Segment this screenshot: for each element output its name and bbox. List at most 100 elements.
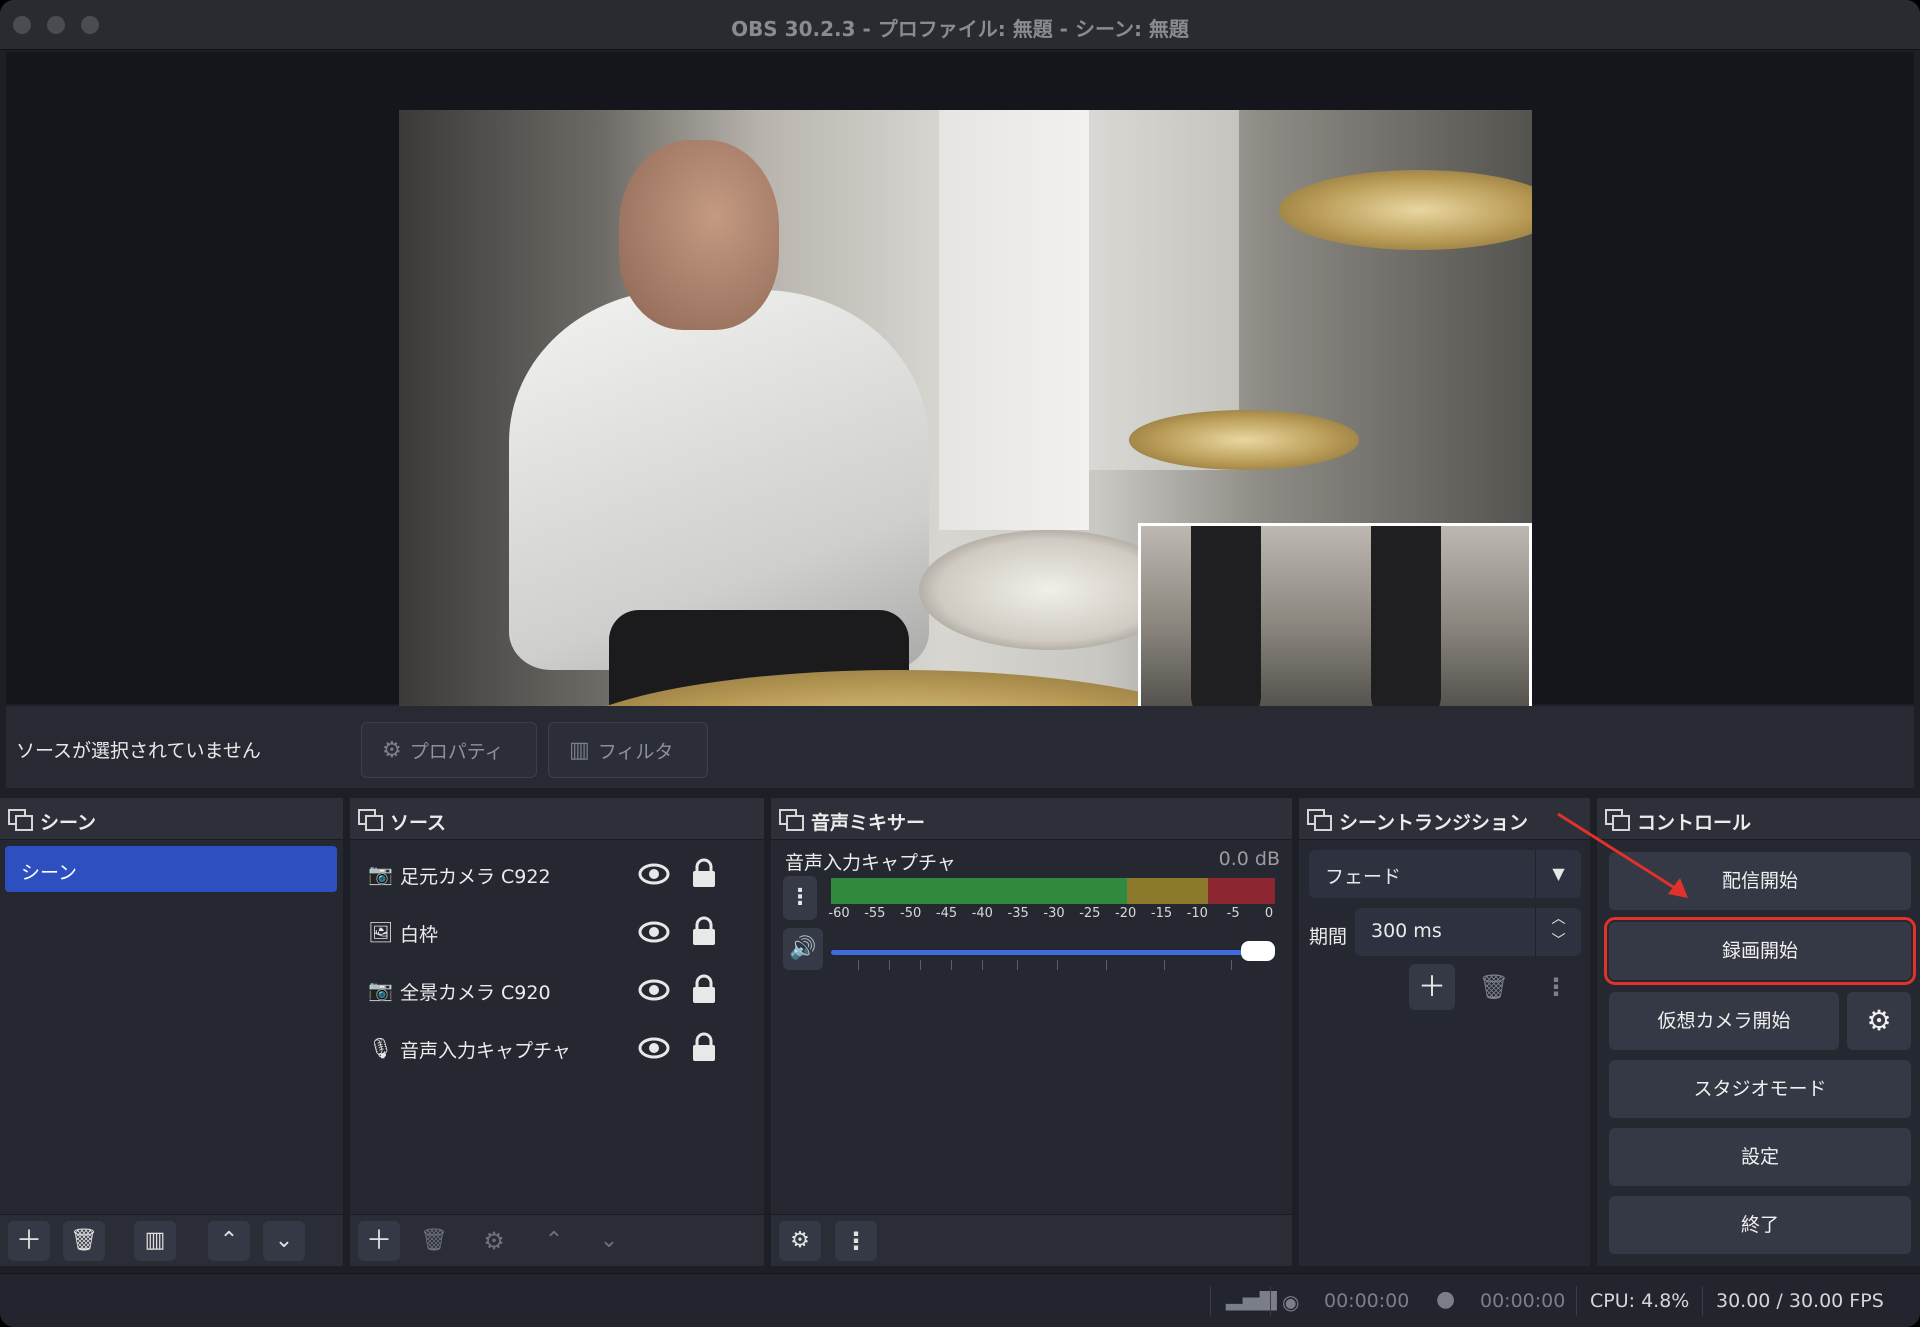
scenes-dock: シーン シーン ＋ 🗑 ▥ ⌃ ⌄ [0, 798, 343, 1266]
duration-stepper[interactable]: ︿ ﹀ [1535, 908, 1581, 956]
scene-list-item[interactable]: シーン [5, 846, 337, 892]
gear-icon: ⚙ [382, 737, 402, 763]
move-source-up-button[interactable]: ⌃ [533, 1221, 575, 1261]
source-label: 足元カメラ C922 [400, 866, 551, 888]
fps-readout: 30.00 / 30.00 FPS [1716, 1290, 1884, 1312]
lock-icon[interactable] [690, 916, 718, 946]
lock-icon[interactable] [690, 1032, 718, 1062]
source-item[interactable]: 🖼 白枠 [350, 904, 764, 960]
status-separator [1702, 1286, 1703, 1316]
start-recording-button[interactable]: 録画開始 [1604, 917, 1916, 985]
preview-area[interactable] [6, 52, 1914, 747]
scenes-dock-header[interactable]: シーン [0, 798, 343, 840]
source-label: 白枠 [400, 924, 439, 946]
move-scene-down-button[interactable]: ⌄ [263, 1221, 305, 1261]
meter-yellow-zone [1127, 878, 1208, 904]
title-bar: OBS 30.2.3 - プロファイル: 無題 - シーン: 無題 [0, 0, 1920, 50]
meter-scale-label: -45 [935, 906, 958, 921]
meter-scale-label: -30 [1043, 906, 1065, 921]
audio-mixer-dock-header[interactable]: 音声ミキサー [771, 798, 1292, 840]
mixer-menu-button[interactable]: ⋮ [835, 1221, 877, 1261]
meter-scale-label: -50 [900, 906, 922, 921]
meter-scale: -60 -55 -50 -45 -40 -35 -30 -25 -20 -15 -10 -5 0 [828, 906, 1275, 924]
record-time: 00:00:00 [1480, 1290, 1566, 1312]
duration-value: 300 ms [1371, 920, 1442, 942]
move-scene-up-button[interactable]: ⌃ [208, 1221, 250, 1261]
duration-label: 期間 [1309, 926, 1348, 948]
camera-icon: 📷 [368, 862, 393, 886]
audio-mixer-dock: 音声ミキサー 音声入力キャプチャ 0.0 dB ⋮ -60 -55 -50 -45 -4… [771, 798, 1292, 1266]
exit-button[interactable]: 終了 [1609, 1196, 1911, 1254]
source-item[interactable]: 🎙 音声入力キャプチャ [350, 1020, 764, 1076]
slider-tick [950, 960, 952, 970]
slider-tick [919, 960, 921, 970]
slider-tick [981, 960, 983, 970]
lock-icon[interactable] [690, 974, 718, 1004]
filters-label: フィルタ [597, 740, 674, 763]
video-head [619, 140, 779, 330]
sources-dock-header[interactable]: ソース [350, 798, 764, 840]
meter-scale-label: -25 [1079, 906, 1101, 921]
slider-tick [888, 960, 890, 970]
studio-mode-button[interactable]: スタジオモード [1609, 1060, 1911, 1118]
scene-transitions-dock-header[interactable]: シーントランジション [1299, 798, 1590, 840]
scene-transitions-dock: シーントランジション フェード ▼ 期間 300 ms ︿ ﹀ ＋ 🗑 ⋮ [1299, 798, 1590, 1266]
camera-icon: 📷 [368, 978, 393, 1002]
start-virtual-camera-button[interactable]: 仮想カメラ開始 [1609, 992, 1839, 1050]
remove-transition-button[interactable]: 🗑 [1471, 964, 1517, 1010]
sources-dock-title: ソース [390, 812, 447, 834]
no-source-selected-label: ソースが選択されていません [16, 740, 261, 762]
scenes-dock-footer: ＋ 🗑 ▥ ⌃ ⌄ [0, 1214, 343, 1266]
meter-red-zone [1208, 878, 1275, 904]
transition-menu-button[interactable]: ⋮ [1533, 964, 1579, 1010]
meter-scale-label: -40 [971, 906, 993, 921]
add-scene-button[interactable]: ＋ [8, 1221, 50, 1261]
volume-slider[interactable] [831, 941, 1275, 970]
meter-scale-label: -55 [864, 906, 886, 921]
visibility-eye-icon[interactable] [638, 860, 670, 888]
mixer-channel-menu-button[interactable]: ⋮ [783, 876, 817, 920]
source-label: 全景カメラ C920 [400, 982, 551, 1004]
dock-icon [8, 809, 33, 831]
sources-dock-footer: ＋ 🗑 ⚙ ⌃ ⌄ [350, 1214, 764, 1266]
video-person [489, 140, 949, 747]
slider-tick [1106, 960, 1108, 970]
mute-speaker-icon[interactable]: 🔊 [783, 928, 823, 970]
add-transition-button[interactable]: ＋ [1409, 964, 1455, 1010]
volume-slider-knob[interactable] [1241, 941, 1275, 961]
visibility-eye-icon[interactable] [638, 976, 670, 1004]
status-separator [1576, 1286, 1577, 1316]
filters-button[interactable]: ▥ フィルタ [548, 722, 708, 778]
stream-time: 00:00:00 [1324, 1290, 1410, 1312]
streaming-status-icon: ◉ [1282, 1290, 1300, 1314]
volume-slider-track [831, 950, 1258, 955]
remove-source-button[interactable]: 🗑 [413, 1221, 455, 1261]
source-properties-button[interactable]: ⚙ [473, 1221, 515, 1261]
remove-scene-button[interactable]: 🗑 [63, 1221, 105, 1261]
add-source-button[interactable]: ＋ [358, 1221, 400, 1261]
scene-filters-button[interactable]: ▥ [134, 1221, 176, 1261]
move-source-down-button[interactable]: ⌄ [588, 1221, 630, 1261]
recording-status-icon: ● [1436, 1287, 1456, 1312]
meter-scale-label: 0 [1264, 906, 1274, 921]
virtual-camera-settings-gear-icon[interactable]: ⚙ [1847, 992, 1911, 1050]
visibility-eye-icon[interactable] [638, 1034, 670, 1062]
visibility-eye-icon[interactable] [638, 918, 670, 946]
source-item[interactable]: 📷 全景カメラ C920 [350, 962, 764, 1018]
duration-spinbox[interactable]: 300 ms ︿ ﹀ [1355, 908, 1581, 956]
transition-select[interactable]: フェード ▼ [1309, 850, 1581, 898]
source-item[interactable]: 📷 足元カメラ C922 [350, 846, 764, 902]
settings-button[interactable]: 設定 [1609, 1128, 1911, 1186]
annotation-arrow-icon [1557, 812, 1688, 898]
source-label: 音声入力キャプチャ [400, 1040, 571, 1062]
video-cymbal [1129, 410, 1359, 470]
status-separator [1270, 1286, 1271, 1316]
preview-video[interactable] [399, 110, 1532, 747]
slider-tick [1164, 960, 1165, 970]
advanced-audio-properties-button[interactable]: ⚙ [779, 1221, 821, 1261]
properties-label: プロパティ [409, 740, 504, 763]
video-wall [939, 110, 1089, 530]
slider-tick [857, 960, 859, 970]
properties-button[interactable]: ⚙ プロパティ [361, 722, 537, 778]
lock-icon[interactable] [690, 858, 718, 888]
